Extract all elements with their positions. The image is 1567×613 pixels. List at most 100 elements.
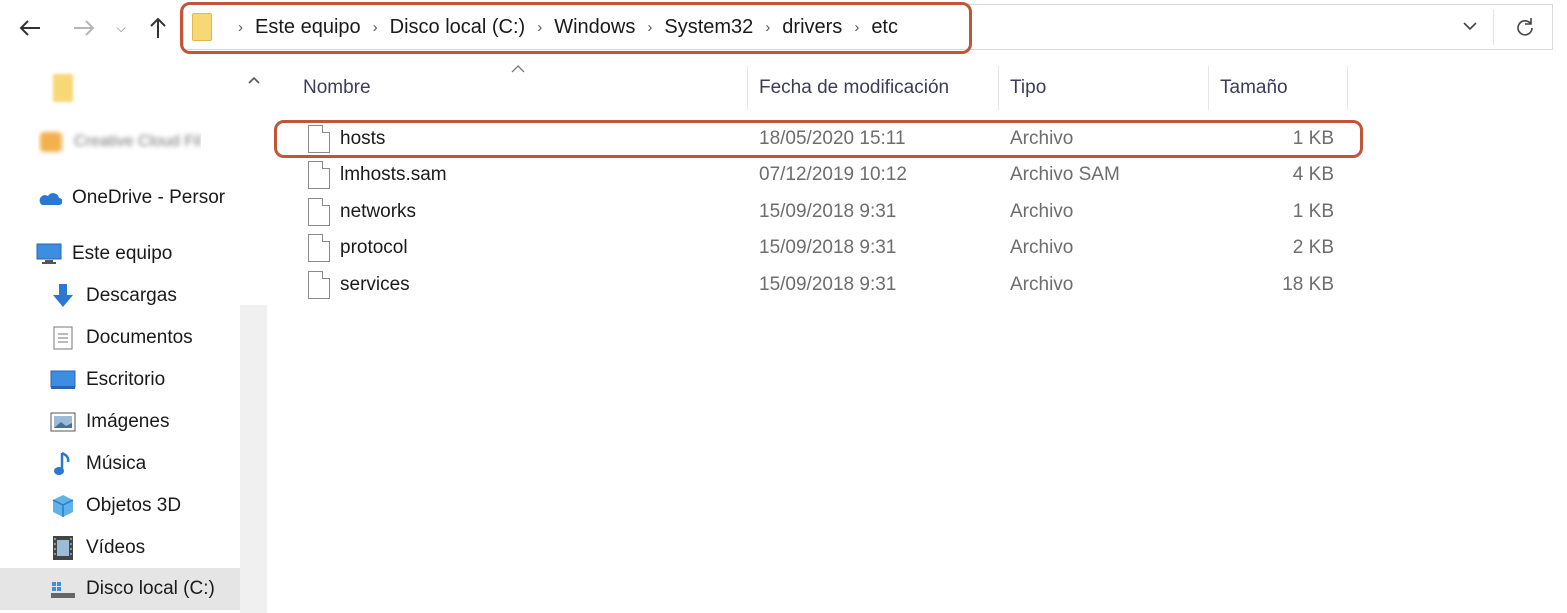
sidebar-item-descargas[interactable]: Descargas (50, 276, 177, 316)
chevron-right-icon[interactable]: › (238, 19, 243, 36)
recent-locations-button[interactable]: ⌵ (108, 10, 134, 46)
sidebar-item-musica[interactable]: Música (50, 444, 146, 484)
chevron-right-icon[interactable]: › (537, 19, 542, 36)
chevron-down-icon (1463, 21, 1477, 30)
document-icon (50, 325, 76, 351)
column-header-modified[interactable]: Fecha de modificación (759, 66, 994, 110)
column-divider[interactable] (1347, 66, 1348, 110)
file-icon (308, 234, 330, 262)
file-icon (308, 125, 330, 153)
file-name: networks (340, 201, 417, 222)
file-name: lmhosts.sam (340, 164, 447, 185)
sidebar-item-label: Vídeos (86, 537, 146, 558)
chevron-right-icon[interactable]: › (765, 19, 770, 36)
breadcrumb-drivers[interactable]: drivers (782, 16, 842, 39)
chevron-up-icon (248, 76, 260, 84)
sidebar-item-label: Este equipo (72, 243, 173, 264)
sidebar-item-onedrive[interactable]: OneDrive - Persor (36, 178, 225, 218)
creative-cloud-icon (38, 129, 64, 155)
chevron-right-icon[interactable]: › (373, 19, 378, 36)
address-history-button[interactable] (1460, 16, 1480, 36)
up-button[interactable] (140, 10, 176, 46)
file-modified: 15/09/2018 9:31 (759, 274, 897, 295)
sidebar-item-label: OneDrive - Persor (72, 187, 226, 208)
file-icon (308, 161, 330, 189)
column-header-type[interactable]: Tipo (1010, 66, 1205, 110)
download-icon (50, 283, 76, 309)
chevron-right-icon[interactable]: › (854, 19, 859, 36)
file-icon (308, 198, 330, 226)
file-size: 2 KB (1292, 237, 1334, 258)
sidebar-item-disco-local[interactable]: Disco local (C:) (0, 568, 240, 610)
sidebar-item-creative-cloud[interactable]: Creative Cloud Fil (38, 122, 201, 162)
column-divider[interactable] (998, 66, 999, 110)
sidebar-item-label: Creative Cloud Fil (74, 133, 202, 150)
address-bar[interactable]: › Este equipo › Disco local (C:) › Windo… (183, 4, 1553, 50)
refresh-icon (1517, 18, 1533, 36)
file-modified: 15/09/2018 9:31 (759, 237, 897, 258)
sidebar-item-videos[interactable]: Vídeos (50, 528, 145, 568)
drive-icon (50, 576, 76, 602)
folder-icon (192, 13, 212, 41)
computer-icon (36, 241, 62, 267)
file-modified: 18/05/2020 15:11 (759, 128, 906, 149)
file-name: hosts (340, 128, 386, 149)
column-divider[interactable] (747, 66, 748, 110)
file-size: 4 KB (1292, 164, 1334, 185)
file-explorer-window: ⌵ › Este equipo › Disco local (C:) › Win… (0, 0, 1567, 613)
breadcrumb-windows[interactable]: Windows (554, 16, 635, 39)
sidebar-item-folder[interactable] (50, 68, 86, 108)
breadcrumb-system32[interactable]: System32 (664, 16, 753, 39)
scroll-up-button[interactable] (244, 70, 264, 90)
sidebar-item-label: Documentos (86, 327, 193, 348)
video-icon (50, 535, 76, 561)
breadcrumb-disco-local[interactable]: Disco local (C:) (390, 16, 526, 39)
chevron-down-icon: ⌵ (116, 20, 126, 35)
file-name: protocol (340, 237, 408, 258)
file-row-protocol[interactable]: protocol 15/09/2018 9:31 Archivo 2 KB (274, 230, 1362, 266)
chevron-right-icon[interactable]: › (647, 19, 652, 36)
breadcrumb-este-equipo[interactable]: Este equipo (255, 16, 361, 39)
file-size: 18 KB (1282, 274, 1334, 295)
pictures-icon (50, 409, 76, 435)
sidebar-item-label: Objetos 3D (86, 495, 182, 516)
arrow-right-icon (74, 20, 95, 36)
sidebar-item-objetos-3d[interactable]: Objetos 3D (50, 486, 181, 526)
cube-icon (50, 493, 76, 519)
sidebar-item-este-equipo[interactable]: Este equipo (36, 234, 172, 274)
column-header-size[interactable]: Tamaño (1220, 66, 1345, 110)
sidebar-item-label: Música (86, 453, 147, 474)
file-type: Archivo (1010, 201, 1074, 222)
sidebar-item-label: Disco local (C:) (86, 578, 215, 599)
sidebar-item-documentos[interactable]: Documentos (50, 318, 193, 358)
sidebar-item-label: Imágenes (86, 411, 170, 432)
music-icon (50, 451, 76, 477)
file-row-networks[interactable]: networks 15/09/2018 9:31 Archivo 1 KB (274, 194, 1362, 230)
file-name: services (340, 274, 410, 295)
file-icon (308, 271, 330, 299)
file-row-hosts[interactable]: hosts 18/05/2020 15:11 Archivo 1 KB (274, 121, 1362, 157)
file-size: 1 KB (1292, 201, 1334, 222)
sidebar-item-imagenes[interactable]: Imágenes (50, 402, 169, 442)
sidebar-item-label: Escritorio (86, 369, 166, 390)
file-row-services[interactable]: services 15/09/2018 9:31 Archivo 18 KB (274, 267, 1362, 303)
file-modified: 07/12/2019 10:12 (759, 164, 907, 185)
file-row-lmhosts[interactable]: lmhosts.sam 07/12/2019 10:12 Archivo SAM… (274, 157, 1362, 193)
arrow-up-icon (150, 17, 166, 38)
refresh-button[interactable] (1512, 14, 1538, 40)
breadcrumb-etc[interactable]: etc (871, 16, 898, 39)
file-size: 1 KB (1292, 128, 1334, 149)
divider (1493, 9, 1494, 45)
back-button[interactable] (12, 10, 48, 46)
forward-button[interactable] (66, 10, 102, 46)
desktop-icon (50, 367, 76, 393)
column-divider[interactable] (1208, 66, 1209, 110)
file-type: Archivo (1010, 128, 1074, 149)
file-modified: 15/09/2018 9:31 (759, 201, 897, 222)
sidebar-item-label: Descargas (86, 285, 177, 306)
column-header-name[interactable]: Nombre (303, 66, 743, 110)
file-type: Archivo SAM (1010, 164, 1120, 185)
file-type: Archivo (1010, 274, 1074, 295)
sidebar-scrollbar-thumb[interactable] (240, 305, 267, 613)
sidebar-item-escritorio[interactable]: Escritorio (50, 360, 165, 400)
